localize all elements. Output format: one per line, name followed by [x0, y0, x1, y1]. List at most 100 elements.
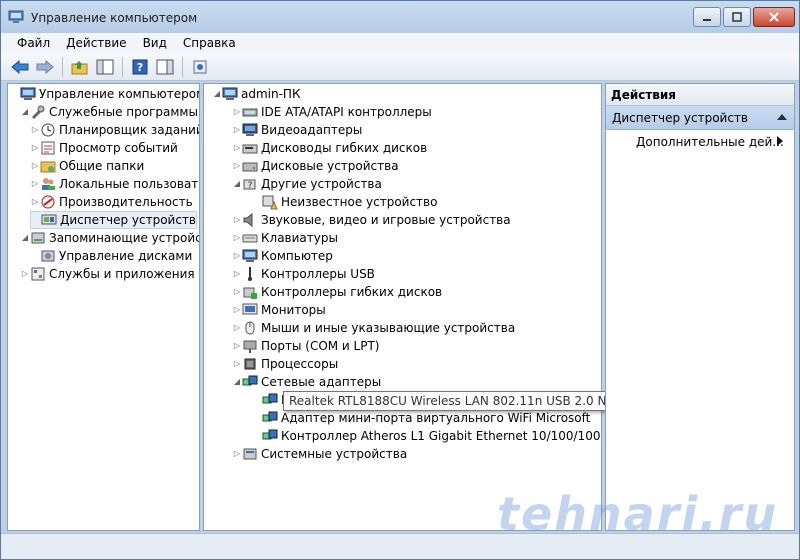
menu-item-3[interactable]: Справка [175, 33, 244, 53]
collapse-arrow-icon[interactable]: ◢ [20, 103, 30, 121]
console-tree-item[interactable]: Управление дисками [30, 247, 192, 265]
help-icon[interactable]: ? [129, 56, 151, 78]
disk-management-icon [40, 248, 56, 264]
expand-arrow-icon[interactable]: ▷ [232, 337, 242, 355]
device-tree-item[interactable]: Неизвестное устройство [252, 193, 437, 211]
no-expander [252, 391, 262, 409]
console-tree-label: Просмотр событий [59, 141, 178, 155]
device-tree-item[interactable]: ▷ Контроллеры USB [232, 265, 375, 283]
expand-arrow-icon[interactable]: ▷ [232, 265, 242, 283]
up-folder-icon[interactable] [69, 56, 91, 78]
sound-icon [242, 212, 258, 228]
expand-arrow-icon[interactable]: ▷ [232, 103, 242, 121]
show-hide-tree-icon[interactable] [94, 56, 116, 78]
floppy-drive-icon [242, 140, 258, 156]
back-arrow-icon[interactable] [9, 56, 31, 78]
console-tree-item[interactable]: ◢ Служебные программы [20, 103, 198, 121]
device-tree-item[interactable]: ▷ Звуковые, видео и игровые устройства [232, 211, 511, 229]
properties-icon[interactable] [189, 56, 211, 78]
actions-section-device-manager[interactable]: Диспетчер устройств [606, 106, 794, 130]
menu-item-1[interactable]: Действие [58, 33, 134, 53]
expand-arrow-icon[interactable]: ▷ [30, 175, 40, 193]
collapse-arrow-icon[interactable]: ◢ [232, 373, 242, 391]
no-expander [252, 427, 262, 445]
device-tree-item[interactable]: ▷ Видеоадаптеры [232, 121, 362, 139]
computer-management-icon [8, 10, 24, 24]
device-tree-item[interactable]: ▷ Дисководы гибких дисков [232, 139, 427, 157]
console-tree-label: Службы и приложения [49, 267, 195, 281]
expand-arrow-icon[interactable]: ▷ [232, 211, 242, 229]
expand-arrow-icon[interactable]: ▷ [232, 157, 242, 175]
menu-item-2[interactable]: Вид [135, 33, 175, 53]
device-tree-label: Клавиатуры [261, 231, 338, 245]
display-adapter-icon [242, 122, 258, 138]
console-tree-item[interactable]: ▷ Локальные пользовате [30, 175, 199, 193]
expand-arrow-icon[interactable]: ▷ [30, 121, 40, 139]
computer-management-icon [20, 86, 36, 102]
device-tree-item[interactable]: ▷ Дисковые устройства [232, 157, 399, 175]
device-tree-label: Процессоры [261, 357, 339, 371]
console-tree-pane[interactable]: Управление компьютером (л ◢ Служебные прог… [7, 83, 200, 531]
svg-text:?: ? [248, 181, 253, 191]
expand-arrow-icon[interactable]: ▷ [30, 139, 40, 157]
port-icon [242, 338, 258, 354]
collapse-arrow-icon[interactable]: ◢ [232, 175, 242, 193]
device-tree-item[interactable]: ◢ admin-ПК [212, 85, 301, 103]
device-tree-item[interactable]: Контроллер Atheros L1 Gigabit Ethernet 1… [252, 427, 601, 445]
console-tree-label: Планировщик заданий [59, 123, 200, 137]
console-tree-item[interactable]: ▷ Производительность [30, 193, 193, 211]
no-expander [252, 409, 262, 427]
close-button[interactable] [753, 7, 795, 27]
console-tree-item[interactable]: ▷ Общие папки [30, 157, 144, 175]
device-tree-item[interactable]: ▷ Мониторы [232, 301, 326, 319]
network-adapter-icon [262, 428, 278, 444]
menu-item-0[interactable]: Файл [9, 33, 58, 53]
expand-arrow-icon[interactable]: ▷ [20, 265, 30, 283]
maximize-button[interactable] [723, 7, 751, 27]
device-tree-pane[interactable]: ◢ admin-ПК ▷ IDE ATA/ATAPI контроллеры ▷ Виде… [203, 83, 602, 531]
title-bar[interactable]: Управление компьютером [1, 1, 799, 33]
device-tree-label: Адаптер мини-порта виртуального WiFi Mic… [281, 411, 591, 425]
device-tree-item[interactable]: ▷ Порты (COM и LPT) [232, 337, 379, 355]
no-expander [31, 211, 41, 229]
expand-arrow-icon[interactable]: ▷ [232, 121, 242, 139]
expand-arrow-icon[interactable]: ▷ [232, 319, 242, 337]
device-tree-item[interactable]: ◢ Сетевые адаптеры [232, 373, 381, 391]
expand-arrow-icon[interactable]: ▷ [30, 193, 40, 211]
expand-arrow-icon[interactable]: ▷ [232, 301, 242, 319]
monitor-icon [242, 302, 258, 318]
device-tree-label: IDE ATA/ATAPI контроллеры [261, 105, 432, 119]
expand-arrow-icon[interactable]: ▷ [30, 157, 40, 175]
console-tree-item[interactable]: ▷ Службы и приложения [20, 265, 195, 283]
toolbar: ? [1, 53, 799, 81]
collapse-arrow-icon[interactable]: ◢ [20, 229, 30, 247]
console-tree-item[interactable]: ▷ Планировщик заданий [30, 121, 200, 139]
console-tree-item[interactable]: Управление компьютером (л [10, 85, 199, 103]
console-tree-label: Производительность [59, 195, 193, 209]
collapse-arrow-icon[interactable]: ◢ [212, 85, 222, 103]
console-tree-item[interactable]: ◢ Запоминающие устройст [20, 229, 199, 247]
device-tree-item[interactable]: ◢? Другие устройства [232, 175, 382, 193]
expand-arrow-icon[interactable]: ▷ [232, 445, 242, 463]
device-tree-item[interactable]: ▷ Компьютер [232, 247, 333, 265]
console-tree-item[interactable]: Диспетчер устройств [30, 211, 198, 229]
forward-arrow-icon[interactable] [34, 56, 56, 78]
more-actions-item[interactable]: Дополнительные дей... [606, 130, 794, 154]
expand-arrow-icon[interactable]: ▷ [232, 247, 242, 265]
expand-arrow-icon[interactable]: ▷ [232, 229, 242, 247]
device-tree-item[interactable]: ▷ Системные устройства [232, 445, 407, 463]
expand-arrow-icon[interactable]: ▷ [232, 139, 242, 157]
device-tree-item[interactable]: ▷ Контроллеры гибких дисков [232, 283, 442, 301]
action-pane-icon[interactable] [154, 56, 176, 78]
device-tree-item[interactable]: ▷ Мыши и иные указывающие устройства [232, 319, 515, 337]
expand-arrow-icon[interactable]: ▷ [232, 283, 242, 301]
console-tree-item[interactable]: ▷ Просмотр событий [30, 139, 178, 157]
device-tree-item[interactable]: ▷ Клавиатуры [232, 229, 338, 247]
expand-arrow-icon[interactable]: ▷ [232, 355, 242, 373]
device-tree-item[interactable]: ▷ Процессоры [232, 355, 338, 373]
toolbar-separator [62, 56, 63, 77]
device-tree-item[interactable]: ▷ IDE ATA/ATAPI контроллеры [232, 103, 432, 121]
device-tree-item[interactable]: Адаптер мини-порта виртуального WiFi Mic… [252, 409, 590, 427]
minimize-button[interactable] [693, 7, 721, 27]
device-tree-label: Контроллер Atheros L1 Gigabit Ethernet 1… [281, 429, 601, 443]
